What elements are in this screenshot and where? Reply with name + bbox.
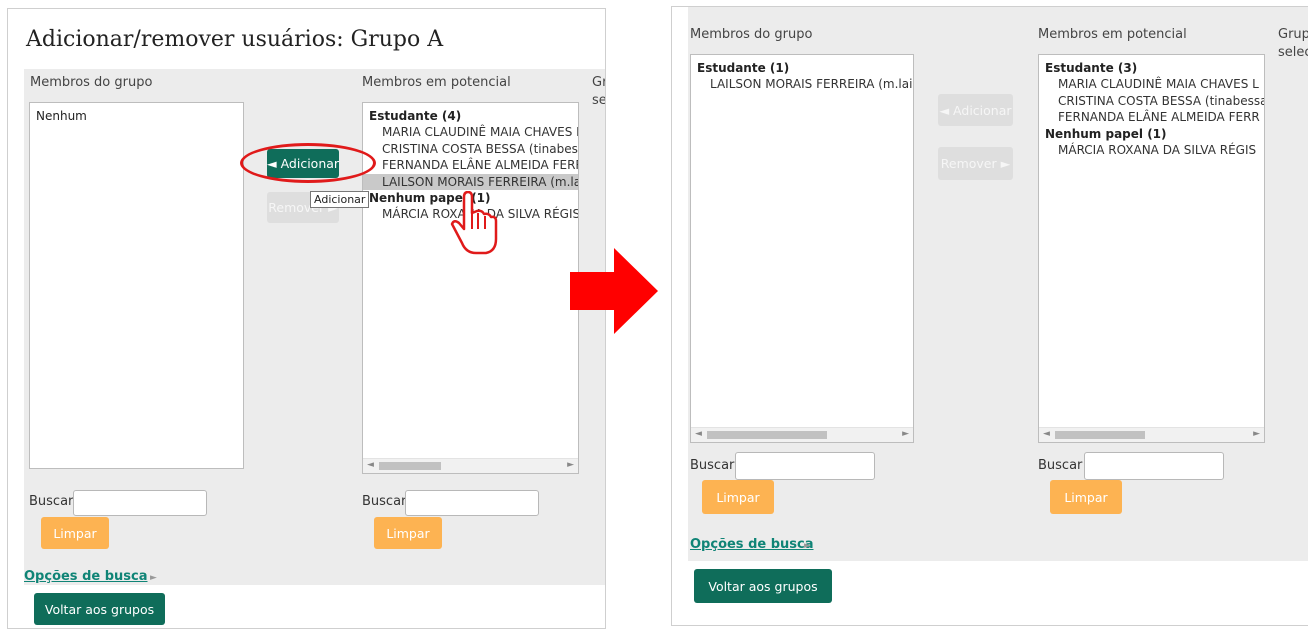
list-item[interactable]: FERNANDA ELÂNE ALMEIDA FERR xyxy=(363,157,578,174)
members-search-input[interactable] xyxy=(73,490,207,516)
scrollbar-thumb[interactable] xyxy=(707,431,827,439)
optgroup-label: Estudante (1) xyxy=(697,61,790,75)
potential-clear-button[interactable]: Limpar xyxy=(1050,480,1122,514)
scroll-left-icon[interactable]: ◄ xyxy=(1043,429,1050,439)
expand-arrow-icon[interactable]: ► xyxy=(150,573,157,583)
list-item[interactable]: MARIA CLAUDINÊ MAIA CHAVES L xyxy=(1039,76,1264,93)
horizontal-scrollbar[interactable]: ◄ ► xyxy=(691,427,913,442)
back-to-groups-button[interactable]: Voltar aos grupos xyxy=(34,593,165,625)
potential-label: Membros em potencial xyxy=(362,75,511,90)
tooltip: Adicionar xyxy=(310,191,370,208)
potential-members-listbox[interactable]: Estudante (4) MARIA CLAUDINÊ MAIA CHAVES… xyxy=(362,102,579,474)
scroll-left-icon[interactable]: ◄ xyxy=(695,429,702,439)
search-label: Buscar xyxy=(362,494,407,509)
back-to-groups-button[interactable]: Voltar aos grupos xyxy=(694,569,832,603)
list-item[interactable]: MARIA CLAUDINÊ MAIA CHAVES L xyxy=(363,124,578,141)
potential-list-content: Estudante (3) MARIA CLAUDINÊ MAIA CHAVES… xyxy=(1039,55,1264,158)
potential-label: Membros em potencial xyxy=(1038,27,1187,42)
potential-search-input[interactable] xyxy=(1084,452,1224,480)
list-item-selected[interactable]: LAILSON MORAIS FERREIRA (m.lail xyxy=(363,173,578,190)
potential-clear-button[interactable]: Limpar xyxy=(374,517,442,549)
scroll-right-icon[interactable]: ► xyxy=(1253,429,1260,439)
group-editor-area: Membros do grupo Membros em potencial Gr… xyxy=(688,7,1308,561)
before-screenshot-panel: Adicionar/remover usuários: Grupo A Memb… xyxy=(7,8,606,629)
search-options-link[interactable]: Opções de busca xyxy=(24,569,148,584)
search-label: Buscar xyxy=(29,494,74,509)
members-listbox[interactable]: Nenhum xyxy=(29,102,244,469)
members-clear-button[interactable]: Limpar xyxy=(702,480,774,514)
list-item[interactable]: Nenhum xyxy=(30,108,243,124)
hand-cursor-icon xyxy=(450,191,498,255)
optgroup-label: Estudante (3) xyxy=(1045,61,1138,75)
selected-info-label: Grup xyxy=(1278,27,1308,42)
potential-search-input[interactable] xyxy=(405,490,539,516)
members-clear-button[interactable]: Limpar xyxy=(41,517,109,549)
search-label: Buscar xyxy=(1038,458,1083,473)
scroll-right-icon[interactable]: ► xyxy=(902,429,909,439)
members-search-input[interactable] xyxy=(735,452,875,480)
search-options-link[interactable]: Opções de busca xyxy=(690,537,814,552)
scrollbar-thumb[interactable] xyxy=(379,462,441,470)
selected-info-label: Gr xyxy=(592,75,605,90)
remove-button[interactable]: Remover ► xyxy=(938,147,1013,180)
horizontal-scrollbar[interactable]: ◄ ► xyxy=(1039,427,1264,442)
list-item[interactable]: LAILSON MORAIS FERREIRA (m.lai xyxy=(691,76,913,93)
red-highlight-ellipse xyxy=(240,143,376,183)
members-list-content: Nenhum xyxy=(30,103,243,124)
list-item[interactable]: CRISTINA COSTA BESSA (tinabessa xyxy=(1039,93,1264,110)
expand-arrow-icon[interactable]: ► xyxy=(804,541,811,551)
after-screenshot-panel: Membros do grupo Membros em potencial Gr… xyxy=(671,6,1308,626)
members-label: Membros do grupo xyxy=(30,75,153,90)
optgroup-label: Nenhum papel (1) xyxy=(1045,126,1167,141)
list-item[interactable]: FERNANDA ELÂNE ALMEIDA FERR xyxy=(1039,109,1264,126)
potential-members-listbox[interactable]: Estudante (3) MARIA CLAUDINÊ MAIA CHAVES… xyxy=(1038,54,1265,443)
optgroup-label: Estudante (4) xyxy=(369,109,462,123)
scrollbar-thumb[interactable] xyxy=(1055,431,1145,439)
members-label: Membros do grupo xyxy=(690,27,813,42)
search-label: Buscar xyxy=(690,458,735,473)
list-item[interactable]: MÁRCIA ROXANA DA SILVA RÉGIS xyxy=(1039,142,1264,159)
selected-info-label-line2: selec xyxy=(1278,45,1308,60)
add-button[interactable]: ◄ Adicionar xyxy=(938,94,1013,126)
members-list-content: Estudante (1) LAILSON MORAIS FERREIRA (m… xyxy=(691,55,913,93)
horizontal-scrollbar[interactable]: ◄ ► xyxy=(363,458,578,473)
page-title: Adicionar/remover usuários: Grupo A xyxy=(26,27,444,52)
selected-info-label-line2: se xyxy=(592,93,605,108)
scroll-left-icon[interactable]: ◄ xyxy=(367,460,374,470)
scroll-right-icon[interactable]: ► xyxy=(567,460,574,470)
members-listbox[interactable]: Estudante (1) LAILSON MORAIS FERREIRA (m… xyxy=(690,54,914,443)
list-item[interactable]: CRISTINA COSTA BESSA (tinabessa xyxy=(363,141,578,158)
red-arrow-icon xyxy=(570,248,658,334)
